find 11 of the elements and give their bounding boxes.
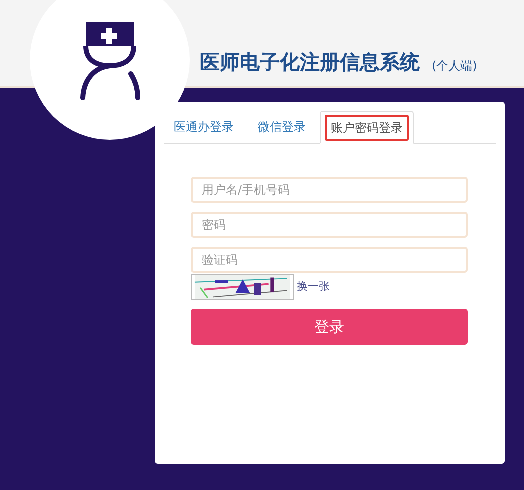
input-field[interactable]: 密码 — [191, 212, 468, 238]
login-tab[interactable]: 账户密码登录 — [320, 111, 414, 144]
system-subtitle: (个人端) — [432, 60, 478, 72]
login-tab[interactable]: 微信登录 — [248, 110, 316, 143]
login-button[interactable]: 登录 — [191, 309, 468, 345]
login-tab[interactable]: 医通办登录 — [164, 110, 244, 143]
input-field[interactable]: 用户名/手机号码 — [191, 177, 468, 203]
input-field[interactable]: 验证码 — [191, 247, 468, 273]
system-title: 医师电子化注册信息系统 — [200, 52, 420, 72]
doctor-icon — [78, 20, 142, 100]
refresh-captcha-link[interactable]: 换一张 — [297, 278, 330, 296]
